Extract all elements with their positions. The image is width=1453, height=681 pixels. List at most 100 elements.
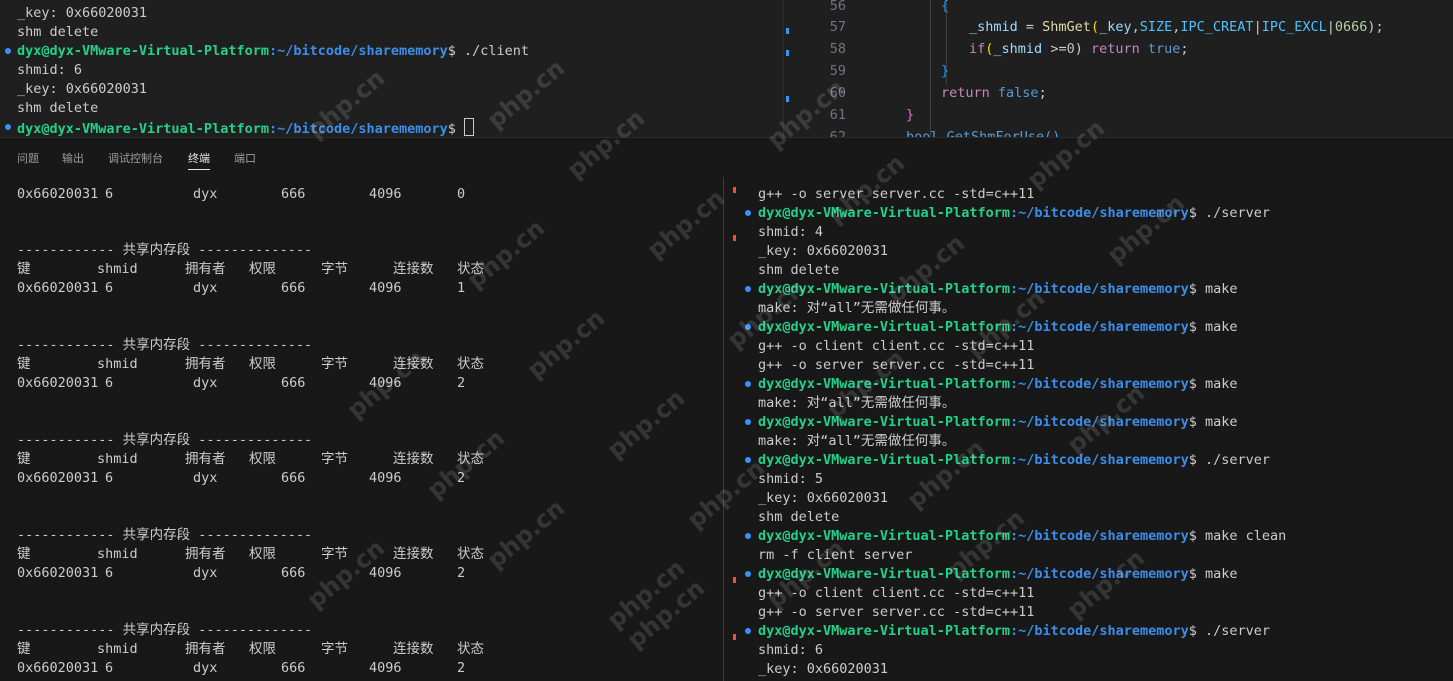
prompt-command: $ (447, 121, 465, 137)
table-column-header: 字节 (321, 356, 348, 372)
table-column-header: 字节 (321, 261, 348, 277)
code-editor[interactable]: 56 57 58 59 60 61 62 { _shmid = ShmGet(_… (783, 0, 1453, 137)
line-number: 59 (829, 63, 846, 79)
table-column-header: 权限 (249, 356, 276, 372)
table-column-header: 拥有者 (185, 546, 226, 562)
table-column-header: shmid (97, 641, 138, 657)
terminal-line: _key: 0x66020031 (17, 5, 148, 21)
table-column-header: 字节 (321, 546, 348, 562)
top-terminal[interactable]: _key: 0x66020031 shm delete dyx@dyx-VMwa… (0, 0, 783, 137)
terminal-line: g++ -o server server.cc -std=c++11 (758, 604, 1035, 620)
tab-ports[interactable]: 端口 (234, 150, 256, 166)
terminal-line: _key: 0x66020031 (758, 490, 889, 506)
table-row: 0x66020031 6 dyx 666 4096 2 (0, 659, 700, 678)
table-cell: dyx (193, 280, 218, 296)
table-cell: 666 (281, 565, 306, 581)
table-row: 0x66020031 6 dyx 666 4096 1 (0, 279, 700, 298)
terminal-prompt-line: dyx@dyx-VMware-Virtual-Platform:~/bitcod… (758, 565, 1238, 584)
command-status-dot[interactable] (745, 419, 751, 425)
table-cell: 6 (105, 280, 114, 296)
left-terminal[interactable]: 0x66020031 6 dyx 666 4096 0 ------------ 共享内存段… (0, 177, 723, 681)
table-cell: dyx (193, 565, 218, 581)
prompt-path: :~/bitcode/sharememory (1009, 414, 1189, 430)
prompt-path: :~/bitcode/sharememory (1009, 566, 1189, 582)
table-cell: 666 (281, 375, 306, 391)
code-line: if(_shmid >=0) return true; (969, 41, 1189, 57)
shm-section-header: ------------ 共享内存段 -------------- (17, 622, 313, 638)
command-status-dot[interactable] (745, 457, 751, 463)
table-header-row: 键 shmid 拥有者 权限 字节 连接数 状态 (0, 355, 700, 374)
table-column-header: 键 (17, 546, 31, 562)
prompt-command: $ ./server (1188, 452, 1271, 468)
prompt-path: :~/bitcode/sharememory (1009, 528, 1189, 544)
terminal-prompt-line: dyx@dyx-VMware-Virtual-Platform:~/bitcod… (758, 413, 1238, 432)
terminal-prompt-line: dyx@dyx-VMware-Virtual-Platform:~/bitcod… (758, 451, 1270, 470)
table-cell: dyx (193, 470, 218, 486)
table-cell: 6 (105, 470, 114, 486)
terminal-line: shmid: 6 (17, 62, 83, 78)
terminal-line: make: 对“all”无需做任何事。 (758, 433, 956, 449)
tab-debug-console[interactable]: 调试控制台 (108, 150, 163, 166)
command-status-dot[interactable] (745, 324, 751, 330)
table-column-header: 拥有者 (185, 261, 226, 277)
table-column-header: shmid (97, 546, 138, 562)
terminal-prompt-line: dyx@dyx-VMware-Virtual-Platform:~/bitcod… (758, 204, 1270, 223)
table-cell: 0x66020031 (17, 375, 99, 391)
terminal-line: shm delete (17, 100, 99, 116)
command-status-dot[interactable] (5, 124, 11, 130)
scrollbar-error-marker (733, 187, 736, 193)
indent-guide (930, 0, 931, 137)
terminal-line: rm -f client server (758, 547, 913, 563)
terminal-line: shmid: 4 (758, 224, 824, 240)
table-header-row: 键 shmid 拥有者 权限 字节 连接数 状态 (0, 545, 700, 564)
table-column-header: 连接数 (393, 546, 434, 562)
table-row: 0x66020031 6 dyx 666 4096 0 (0, 185, 700, 204)
table-cell: 6 (105, 186, 114, 202)
table-column-header: 状态 (457, 546, 484, 562)
tab-output[interactable]: 输出 (62, 150, 84, 166)
command-status-dot[interactable] (5, 48, 11, 54)
terminal-prompt-line: dyx@dyx-VMware-Virtual-Platform:~/bitcod… (17, 118, 475, 137)
command-status-dot[interactable] (745, 210, 751, 216)
table-cell: dyx (193, 375, 218, 391)
table-column-header: 键 (17, 261, 31, 277)
table-cell: 0x66020031 (17, 186, 99, 202)
prompt-path: :~/bitcode/sharememory (1009, 281, 1189, 297)
line-number: 60 (829, 85, 846, 101)
prompt-user: dyx@dyx-VMware-Virtual-Platform (17, 43, 269, 59)
table-column-header: shmid (97, 451, 138, 467)
terminal-line: shmid: 5 (758, 471, 824, 487)
table-cell: 0x66020031 (17, 565, 99, 581)
terminal-line: g++ -o client client.cc -std=c++11 (758, 585, 1035, 601)
prompt-path: :~/bitcode/sharememory (268, 121, 448, 137)
tab-problems[interactable]: 问题 (17, 150, 39, 166)
table-column-header: 字节 (321, 641, 348, 657)
command-status-dot[interactable] (745, 381, 751, 387)
prompt-command: $ ./server (1188, 205, 1271, 221)
shm-section-header: ------------ 共享内存段 -------------- (17, 242, 313, 258)
command-status-dot[interactable] (745, 533, 751, 539)
table-column-header: 连接数 (393, 451, 434, 467)
table-cell: 0x66020031 (17, 280, 99, 296)
prompt-command: $ make clean (1188, 528, 1287, 544)
prompt-user: dyx@dyx-VMware-Virtual-Platform (758, 528, 1010, 544)
prompt-path: :~/bitcode/sharememory (1009, 452, 1189, 468)
prompt-user: dyx@dyx-VMware-Virtual-Platform (17, 121, 269, 137)
terminal-prompt-line: dyx@dyx-VMware-Virtual-Platform:~/bitcod… (758, 527, 1286, 546)
table-column-header: 连接数 (393, 641, 434, 657)
table-cell: 6 (105, 660, 114, 676)
command-status-dot[interactable] (745, 628, 751, 634)
terminal-line: _key: 0x66020031 (17, 81, 148, 97)
terminal-line: g++ -o server server.cc -std=c++11 (758, 357, 1035, 373)
table-cell: 4096 (369, 280, 402, 296)
command-status-dot[interactable] (745, 286, 751, 292)
table-cell: 4096 (369, 186, 402, 202)
right-terminal[interactable]: g++ -o server server.cc -std=c++11 dyx@dy… (724, 177, 1453, 681)
tab-terminal[interactable]: 终端 (188, 150, 210, 170)
prompt-command: $ ./client (447, 43, 530, 59)
table-column-header: 键 (17, 451, 31, 467)
command-status-dot[interactable] (745, 571, 751, 577)
code-line: } (906, 107, 915, 123)
table-cell: 2 (457, 565, 466, 581)
table-cell: 0 (457, 186, 466, 202)
